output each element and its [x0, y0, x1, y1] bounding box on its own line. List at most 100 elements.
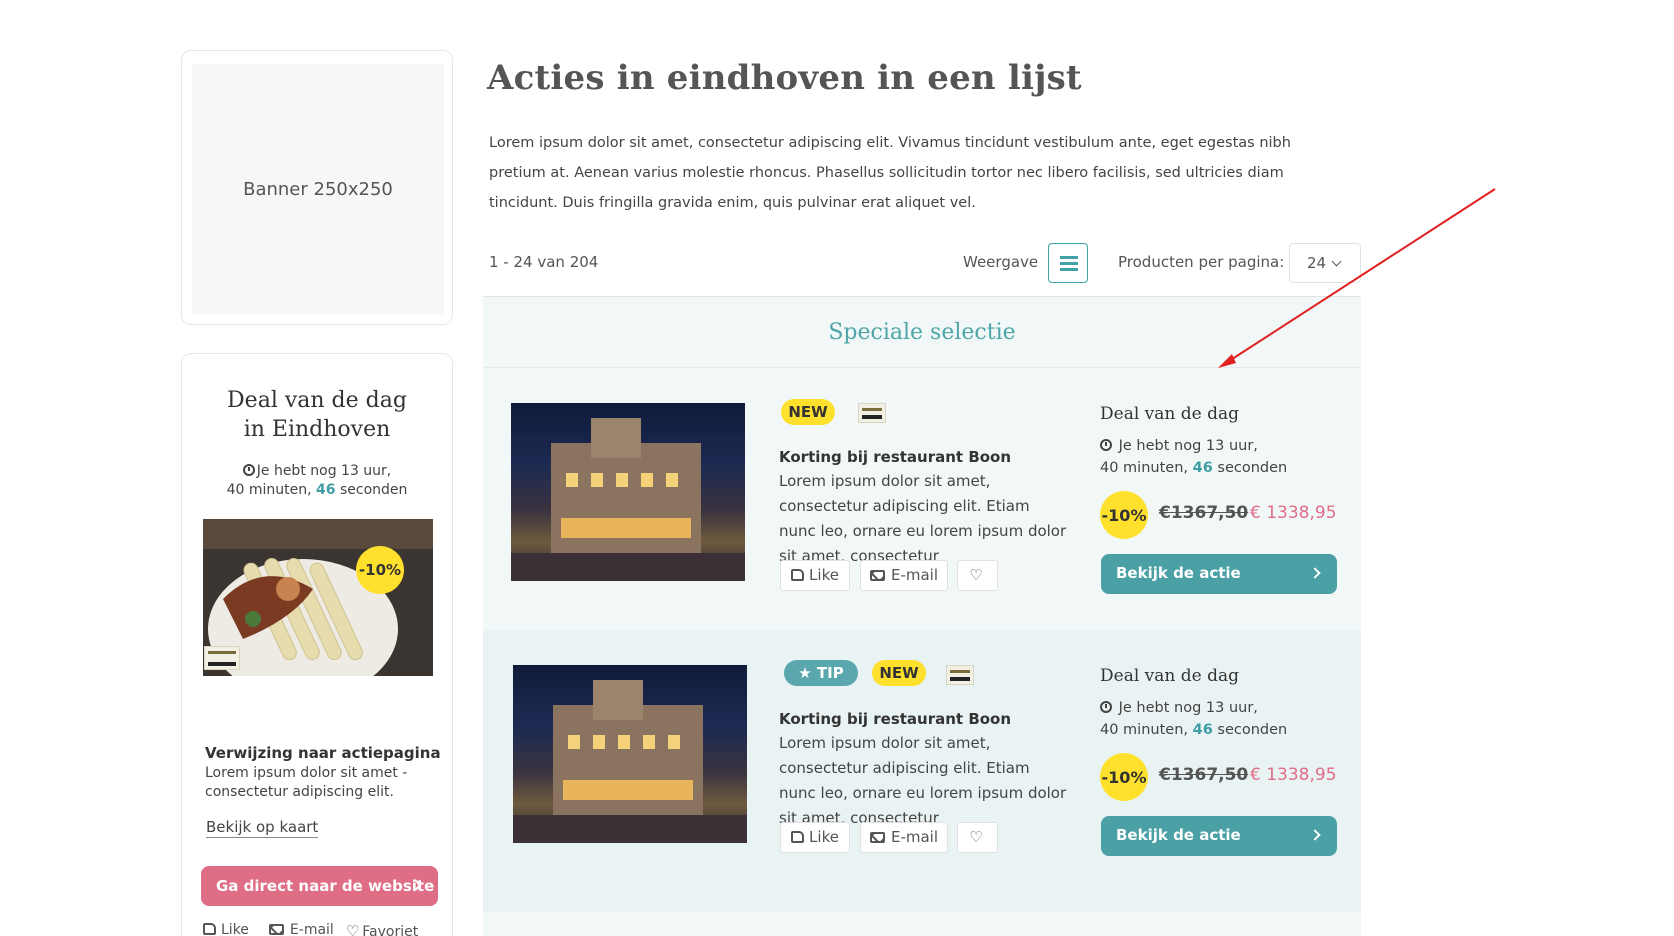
heart-icon: ♡	[969, 828, 983, 846]
window	[593, 735, 605, 749]
window-row	[561, 518, 691, 538]
badge-tip: ★ TIP	[784, 660, 858, 686]
building-shape	[553, 705, 703, 825]
item-description: Lorem ipsum dolor sit amet, consectetur …	[779, 734, 1067, 827]
list-view-button[interactable]	[1048, 243, 1088, 283]
timer-seconds: 46	[1192, 722, 1213, 738]
timer-hours: Je hebt nog 13 uur,	[1118, 700, 1258, 716]
timer-minutes: 40 minuten,	[1100, 722, 1193, 738]
view-deal-label: Bekijk de actie	[1116, 826, 1241, 844]
email-button[interactable]: E-mail	[268, 922, 334, 936]
building-tower	[591, 418, 641, 458]
new-price: € 1338,95	[1250, 503, 1337, 523]
deal-timer: Je hebt nog 13 uur, 40 minuten, 46 secon…	[1100, 697, 1330, 741]
deal-title-line1: Deal van de dag	[227, 388, 407, 413]
deal-title-line2: in Eindhoven	[243, 417, 391, 442]
deal-card-title: Deal van de dag in Eindhoven	[182, 386, 452, 444]
mail-icon	[268, 924, 284, 935]
timer-seconds-label: seconden	[335, 482, 408, 498]
heart-icon: ♡	[345, 922, 360, 936]
deal-actions: Like E-mail ♡ Favoriet	[203, 922, 418, 936]
discount-badge: -10%	[356, 546, 404, 594]
map-link[interactable]: Bekijk op kaart	[206, 818, 319, 838]
deal-description: Lorem ipsum dolor sit amet - consectetur…	[205, 765, 408, 800]
timer-seconds-label: seconden	[1212, 460, 1288, 476]
like-button[interactable]: Like	[203, 922, 249, 936]
discount-badge: -10%	[1100, 491, 1148, 539]
chevron-right-icon	[1309, 567, 1321, 579]
clock-icon	[1100, 439, 1112, 451]
timer-seconds: 46	[1192, 460, 1213, 476]
favorite-button[interactable]: ♡ Favoriet	[346, 922, 418, 936]
window-row	[563, 780, 693, 800]
discount-badge: -10%	[1100, 753, 1148, 801]
window	[566, 473, 578, 487]
window	[618, 735, 630, 749]
badge-tip-label: TIP	[816, 664, 844, 682]
clock-icon	[1100, 701, 1112, 713]
email-button[interactable]: E-mail	[860, 822, 948, 853]
deal-heading: Deal van de dag	[1100, 404, 1240, 424]
deal-timer: Je hebt nog 13 uur, 40 minuten, 46 secon…	[182, 462, 452, 500]
clock-icon	[242, 464, 255, 476]
star-icon: ★	[798, 664, 817, 682]
view-label: Weergave	[963, 253, 1039, 271]
like-button[interactable]: Like	[780, 560, 850, 591]
old-price: €1367,50	[1159, 503, 1249, 523]
like-label: Like	[809, 566, 839, 584]
restaurant-logo	[204, 646, 240, 670]
email-button[interactable]: E-mail	[860, 560, 948, 591]
badge-new: NEW	[872, 660, 926, 686]
heart-icon: ♡	[969, 566, 983, 584]
website-button[interactable]: Ga direct naar de website	[201, 866, 438, 906]
timer-minutes: 40 minuten,	[226, 482, 317, 498]
building-tower	[593, 680, 643, 720]
restaurant-logo	[858, 403, 886, 423]
view-deal-button[interactable]: Bekijk de actie	[1101, 816, 1337, 856]
favorite-button[interactable]: ♡	[957, 560, 998, 591]
like-label: Like	[809, 828, 839, 846]
view-deal-label: Bekijk de actie	[1116, 564, 1241, 582]
deal-of-day-card: Deal van de dag in Eindhoven Je hebt nog…	[181, 353, 453, 936]
like-button[interactable]: Like	[780, 822, 850, 853]
restaurant-image[interactable]	[511, 403, 745, 581]
deal-link-title[interactable]: Verwijzing naar actiepagina	[205, 744, 441, 762]
like-label: Like	[221, 922, 249, 936]
mail-icon	[869, 570, 885, 581]
timer-seconds: 46	[316, 482, 336, 498]
deal-timer: Je hebt nog 13 uur, 40 minuten, 46 secon…	[1100, 435, 1330, 479]
email-label: E-mail	[890, 566, 939, 584]
banner-card: Banner 250x250	[181, 50, 453, 325]
thumbs-up-icon	[791, 831, 805, 843]
window	[591, 473, 603, 487]
item-title[interactable]: Korting bij restaurant Boon	[779, 448, 1011, 466]
badge-new: NEW	[781, 399, 835, 425]
restaurant-image[interactable]	[513, 665, 747, 843]
window	[668, 735, 680, 749]
new-price: € 1338,95	[1250, 765, 1337, 785]
website-button-label: Ga direct naar de website	[216, 877, 435, 895]
favorite-button[interactable]: ♡	[957, 822, 998, 853]
annotation-arrow	[1218, 188, 1496, 368]
email-label: E-mail	[289, 922, 334, 936]
thumbs-up-icon	[791, 569, 805, 581]
favorite-label: Favoriet	[362, 924, 419, 936]
item-description: Lorem ipsum dolor sit amet, consectetur …	[779, 472, 1067, 565]
item-title[interactable]: Korting bij restaurant Boon	[779, 710, 1011, 728]
timer-minutes: 40 minuten,	[1100, 460, 1193, 476]
thumbs-up-icon	[203, 923, 216, 935]
window	[643, 735, 655, 749]
email-label: E-mail	[890, 828, 939, 846]
deal-item: NEW Korting bij restaurant Boon Lorem ip…	[483, 368, 1361, 650]
banner-placeholder[interactable]: Banner 250x250	[192, 64, 444, 314]
chevron-right-icon	[1309, 829, 1321, 841]
window	[666, 473, 678, 487]
window	[641, 473, 653, 487]
restaurant-logo	[946, 665, 974, 685]
deal-list: Speciale selectie NEW Korting bij restau…	[483, 296, 1361, 936]
view-deal-button[interactable]: Bekijk de actie	[1101, 554, 1337, 594]
timer-hours: Je hebt nog 13 uur,	[256, 463, 392, 479]
street	[513, 815, 747, 843]
window	[568, 735, 580, 749]
building-shape	[551, 443, 701, 563]
